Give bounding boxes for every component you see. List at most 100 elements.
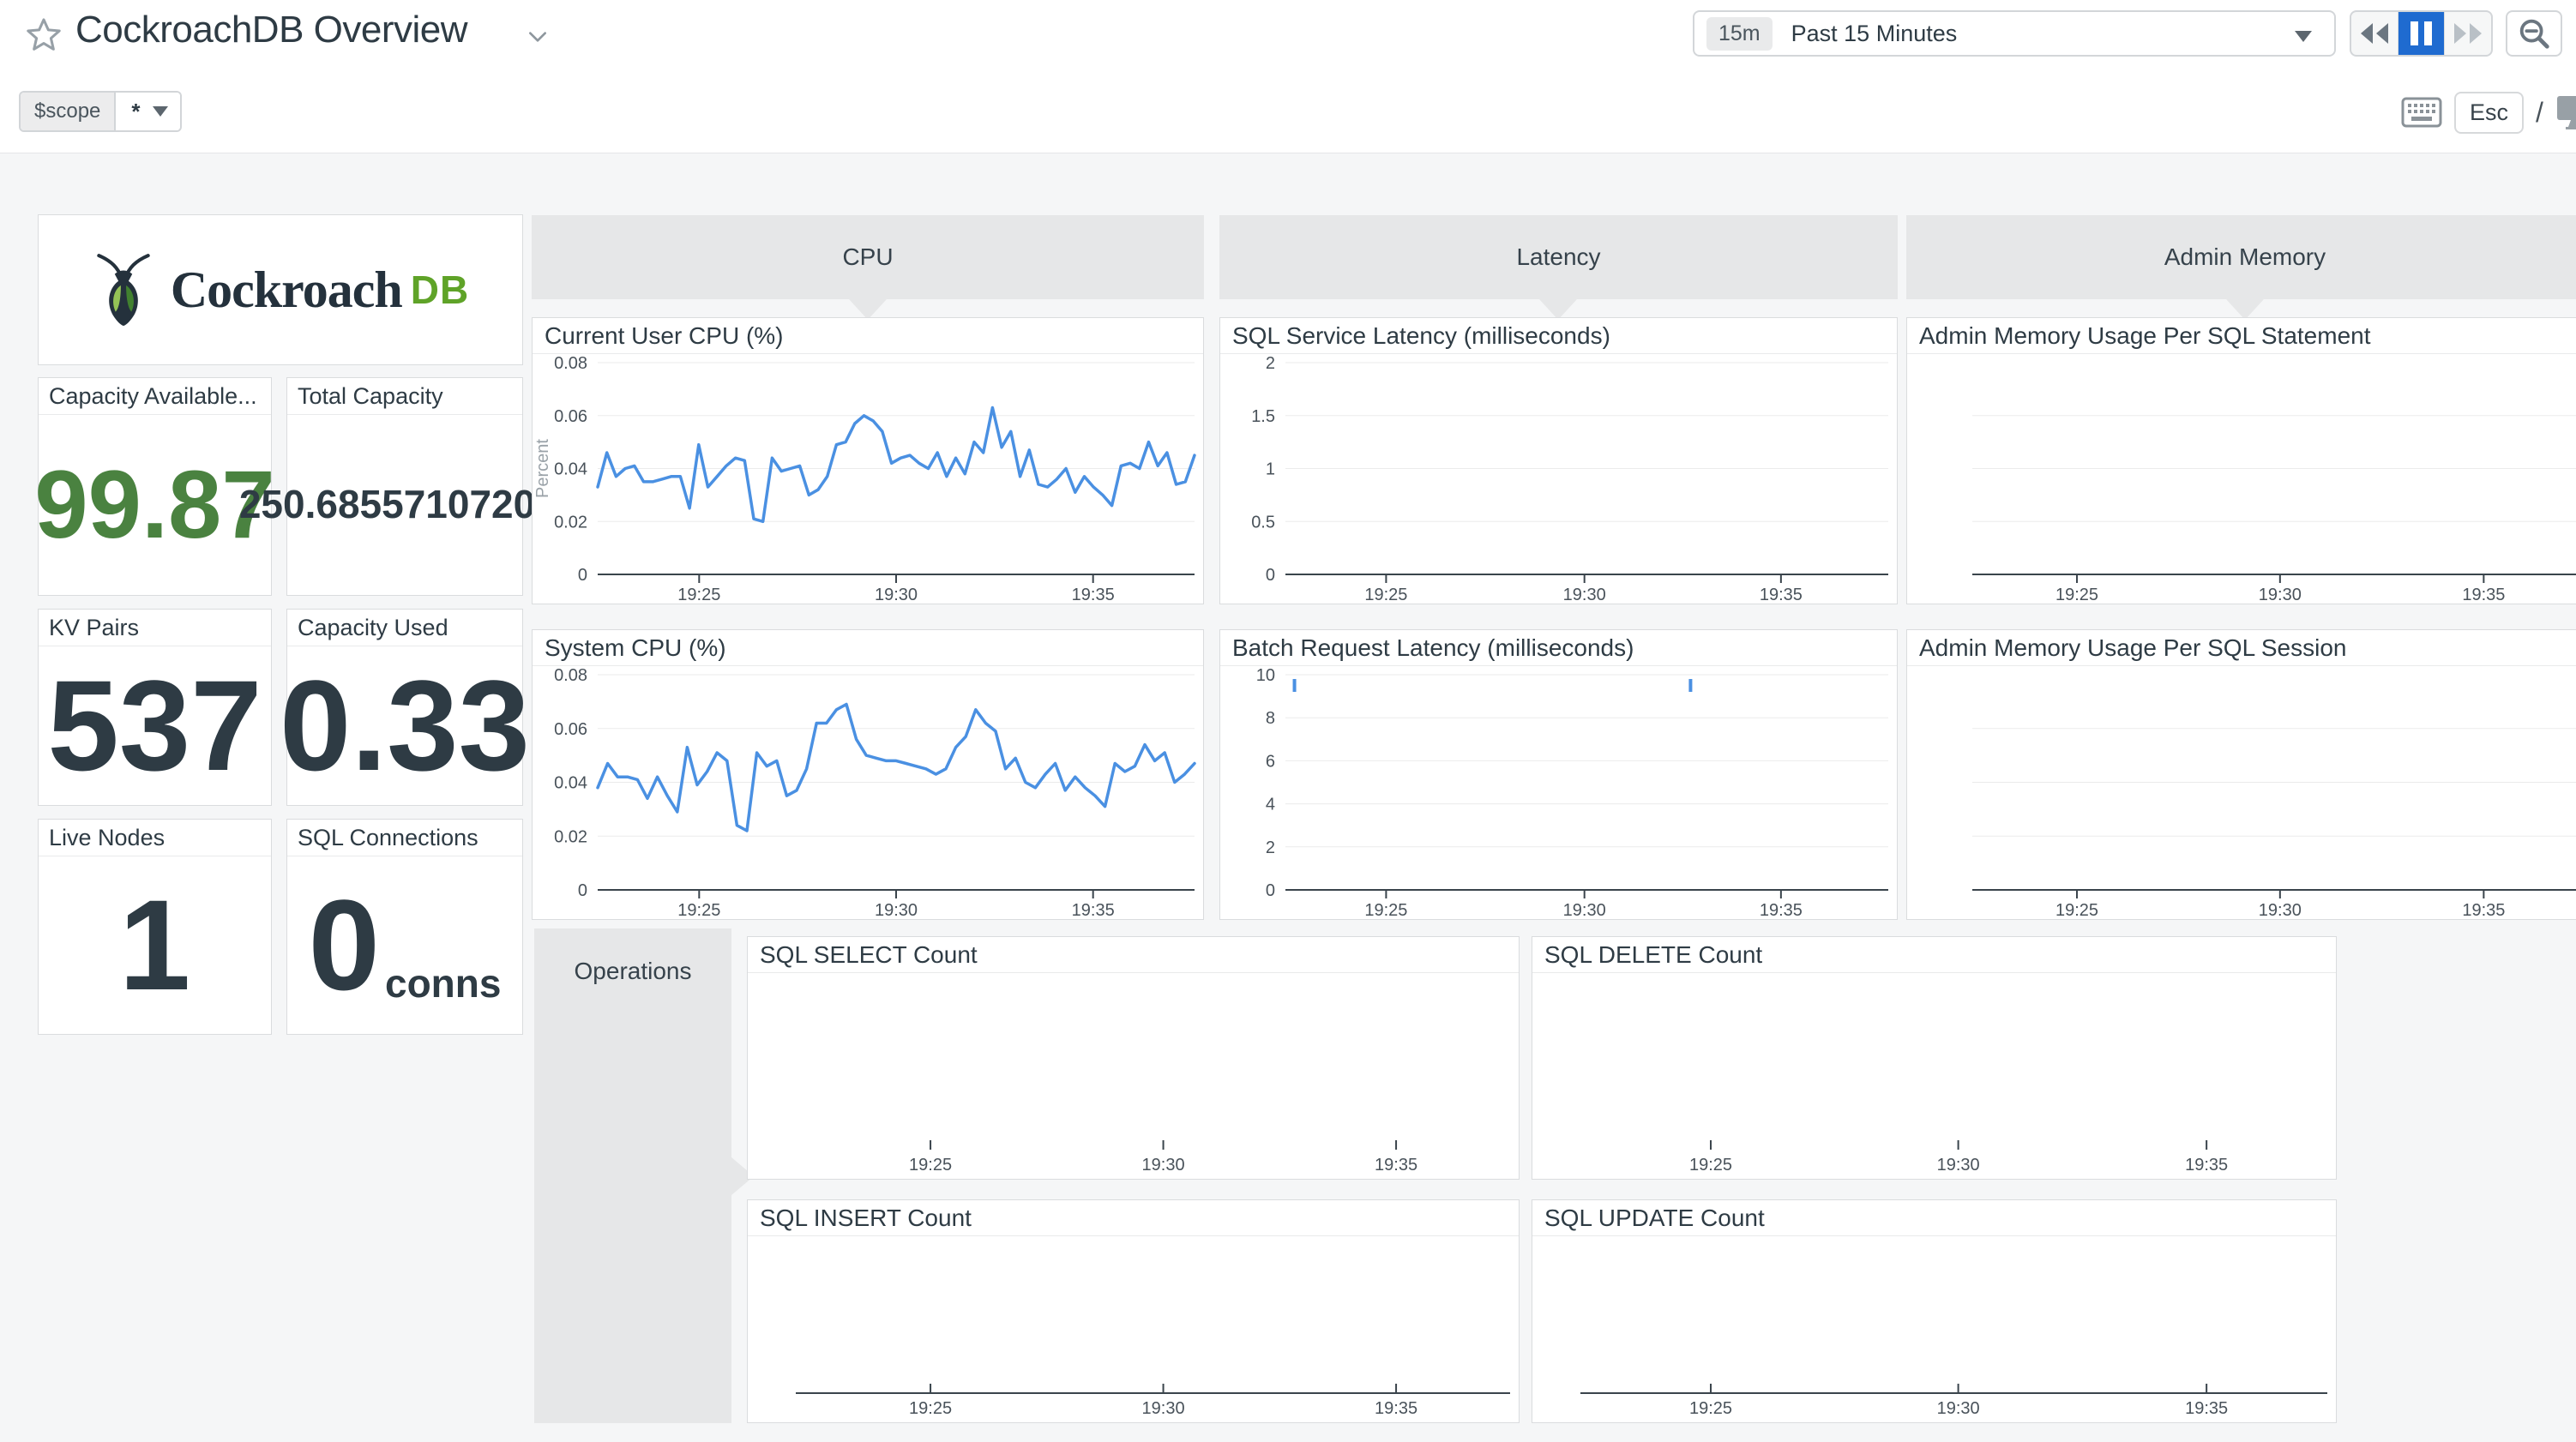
cockroachdb-logo-card: Cockroach DB (38, 214, 523, 365)
svg-text:19:30: 19:30 (1563, 901, 1606, 919)
template-variable-value: * (116, 93, 179, 130)
stat-unit: conns (385, 966, 501, 1003)
chart-sql-insert-count[interactable]: SQL INSERT Count 19:2519:3019:35 (747, 1199, 1520, 1423)
group-header-operations[interactable]: Operations (534, 928, 731, 1423)
stat-capacity-available[interactable]: Capacity Available... 99.87 (38, 377, 272, 596)
chart-plot: 108642019:2519:3019:35 (1220, 666, 1897, 919)
chart-current-user-cpu[interactable]: Current User CPU (%) 0.080.060.040.02019… (532, 317, 1204, 604)
top-bar: CockroachDB Overview 15m Past 15 Minutes… (0, 0, 2576, 153)
svg-text:19:25: 19:25 (1364, 586, 1407, 604)
svg-text:Percent: Percent (533, 439, 552, 498)
stat-value: 537 (47, 668, 262, 784)
svg-text:19:25: 19:25 (677, 901, 720, 919)
svg-text:0.06: 0.06 (554, 720, 587, 739)
svg-text:2: 2 (1266, 354, 1275, 373)
svg-text:0: 0 (578, 566, 587, 585)
pause-button[interactable] (2398, 12, 2445, 55)
svg-text:1.5: 1.5 (1251, 407, 1275, 426)
group-header-latency[interactable]: Latency (1219, 215, 1898, 299)
template-variable-name: $scope (21, 93, 116, 130)
chart-plot: 19:25 19:30 19:35 (748, 973, 1519, 1179)
chart-plot: 21.510.5019:2519:3019:35 (1220, 354, 1897, 604)
stat-value: 1 (119, 887, 190, 1003)
time-range-caret-icon (2295, 31, 2312, 42)
svg-text:0: 0 (1266, 881, 1275, 900)
svg-text:0.08: 0.08 (554, 666, 587, 685)
group-header-cpu[interactable]: CPU (532, 215, 1204, 299)
svg-text:19:25: 19:25 (2055, 901, 2098, 919)
chart-sql-delete-count[interactable]: SQL DELETE Count 19:2519:3019:35 (1532, 936, 2337, 1180)
stat-total-capacity[interactable]: Total Capacity 250.6855710720GB (286, 377, 523, 596)
title-chevron-down-icon[interactable] (527, 26, 549, 48)
stat-capacity-used[interactable]: Capacity Used 0.33 (286, 609, 523, 806)
cockroach-bug-icon (92, 252, 155, 327)
stat-live-nodes[interactable]: Live Nodes 1 (38, 819, 272, 1035)
chart-plot: 19:2519:3019:35 (1532, 1236, 2336, 1422)
svg-text:19:35: 19:35 (2185, 1399, 2228, 1418)
group-label: CPU (842, 243, 893, 271)
svg-text:2: 2 (1266, 838, 1275, 857)
svg-text:10: 10 (1256, 666, 1275, 685)
stat-value: 250.6855710720GB (239, 487, 570, 522)
svg-text:1: 1 (1266, 460, 1275, 479)
chart-plot: 19:2519:3019:35 (1907, 354, 2576, 604)
chart-sql-service-latency[interactable]: SQL Service Latency (milliseconds) 21.51… (1219, 317, 1898, 604)
svg-text:0.06: 0.06 (554, 407, 587, 426)
svg-text:8: 8 (1266, 709, 1275, 728)
svg-text:19:25: 19:25 (1364, 901, 1407, 919)
page-title: CockroachDB Overview (75, 9, 467, 51)
svg-text:19:35: 19:35 (2462, 901, 2505, 919)
time-range-badge: 15m (1706, 17, 1773, 51)
time-range-picker[interactable]: 15m Past 15 Minutes (1693, 10, 2336, 57)
svg-text:0.04: 0.04 (554, 460, 587, 479)
zoom-out-button[interactable] (2506, 10, 2562, 57)
chart-title: Batch Request Latency (milliseconds) (1220, 630, 1897, 666)
svg-text:0.04: 0.04 (554, 774, 587, 793)
time-forward-button[interactable] (2444, 12, 2491, 55)
svg-text:19:30: 19:30 (875, 586, 918, 604)
stat-kv-pairs[interactable]: KV Pairs 537 (38, 609, 272, 806)
svg-text:0: 0 (578, 881, 587, 900)
svg-text:19:30: 19:30 (1142, 1399, 1185, 1418)
chart-title: Admin Memory Usage Per SQL Statement (1907, 318, 2576, 354)
chart-plot: 0.080.060.040.02019:2519:3019:35 (533, 666, 1203, 919)
chart-sql-update-count[interactable]: SQL UPDATE Count 19:2519:3019:35 (1532, 1199, 2337, 1423)
svg-text:19:30: 19:30 (2259, 586, 2302, 604)
pause-icon (2410, 21, 2432, 45)
svg-text:19:35: 19:35 (1760, 586, 1803, 604)
svg-text:0.02: 0.02 (554, 513, 587, 532)
svg-text:0.02: 0.02 (554, 827, 587, 846)
svg-text:19:25: 19:25 (1689, 1156, 1732, 1175)
magnifier-minus-icon (2516, 15, 2552, 51)
stat-sql-connections[interactable]: SQL Connections 0conns (286, 819, 523, 1035)
time-backward-button[interactable] (2351, 12, 2398, 55)
group-header-admin-memory[interactable]: Admin Memory (1906, 215, 2576, 299)
svg-text:19:35: 19:35 (1375, 1399, 1417, 1418)
chart-batch-request-latency[interactable]: Batch Request Latency (milliseconds) 10 8… (1219, 629, 1898, 920)
chart-admin-memory-per-sql-session[interactable]: Admin Memory Usage Per SQL Session 19:25… (1906, 629, 2576, 920)
svg-text:19:25: 19:25 (909, 1156, 952, 1175)
stat-value: 0conns (309, 887, 502, 1003)
chart-title: System CPU (%) (533, 630, 1203, 666)
chart-plot: 19:2519:3019:35 (1907, 666, 2576, 919)
group-label: Latency (1516, 243, 1600, 271)
chart-admin-memory-per-sql-statement[interactable]: Admin Memory Usage Per SQL Statement 19:… (1906, 317, 2576, 604)
esc-key-hint: Esc (2454, 92, 2524, 134)
svg-text:19:30: 19:30 (1563, 586, 1606, 604)
chart-title: Admin Memory Usage Per SQL Session (1907, 630, 2576, 666)
group-label: Operations (534, 958, 731, 985)
chart-sql-select-count[interactable]: SQL SELECT Count 19:2519:3019:35 (747, 936, 1520, 1180)
fullscreen-monitor-icon[interactable] (2555, 94, 2576, 130)
slash-separator: / (2536, 97, 2543, 129)
svg-text:19:35: 19:35 (1375, 1156, 1417, 1175)
svg-text:19:30: 19:30 (1142, 1156, 1185, 1175)
keyboard-icon (2401, 97, 2442, 128)
chart-plot: 19:2519:3019:35 (748, 1236, 1519, 1422)
group-label: Admin Memory (2164, 243, 2326, 271)
stat-title: Capacity Used (287, 610, 522, 646)
svg-text:19:35: 19:35 (2185, 1156, 2228, 1175)
template-variable-scope[interactable]: $scope * (19, 91, 182, 132)
favorite-star-icon[interactable] (24, 15, 63, 55)
chart-system-cpu[interactable]: System CPU (%) 0.080.060.040.02019:2519:… (532, 629, 1204, 920)
svg-text:19:25: 19:25 (677, 586, 720, 604)
